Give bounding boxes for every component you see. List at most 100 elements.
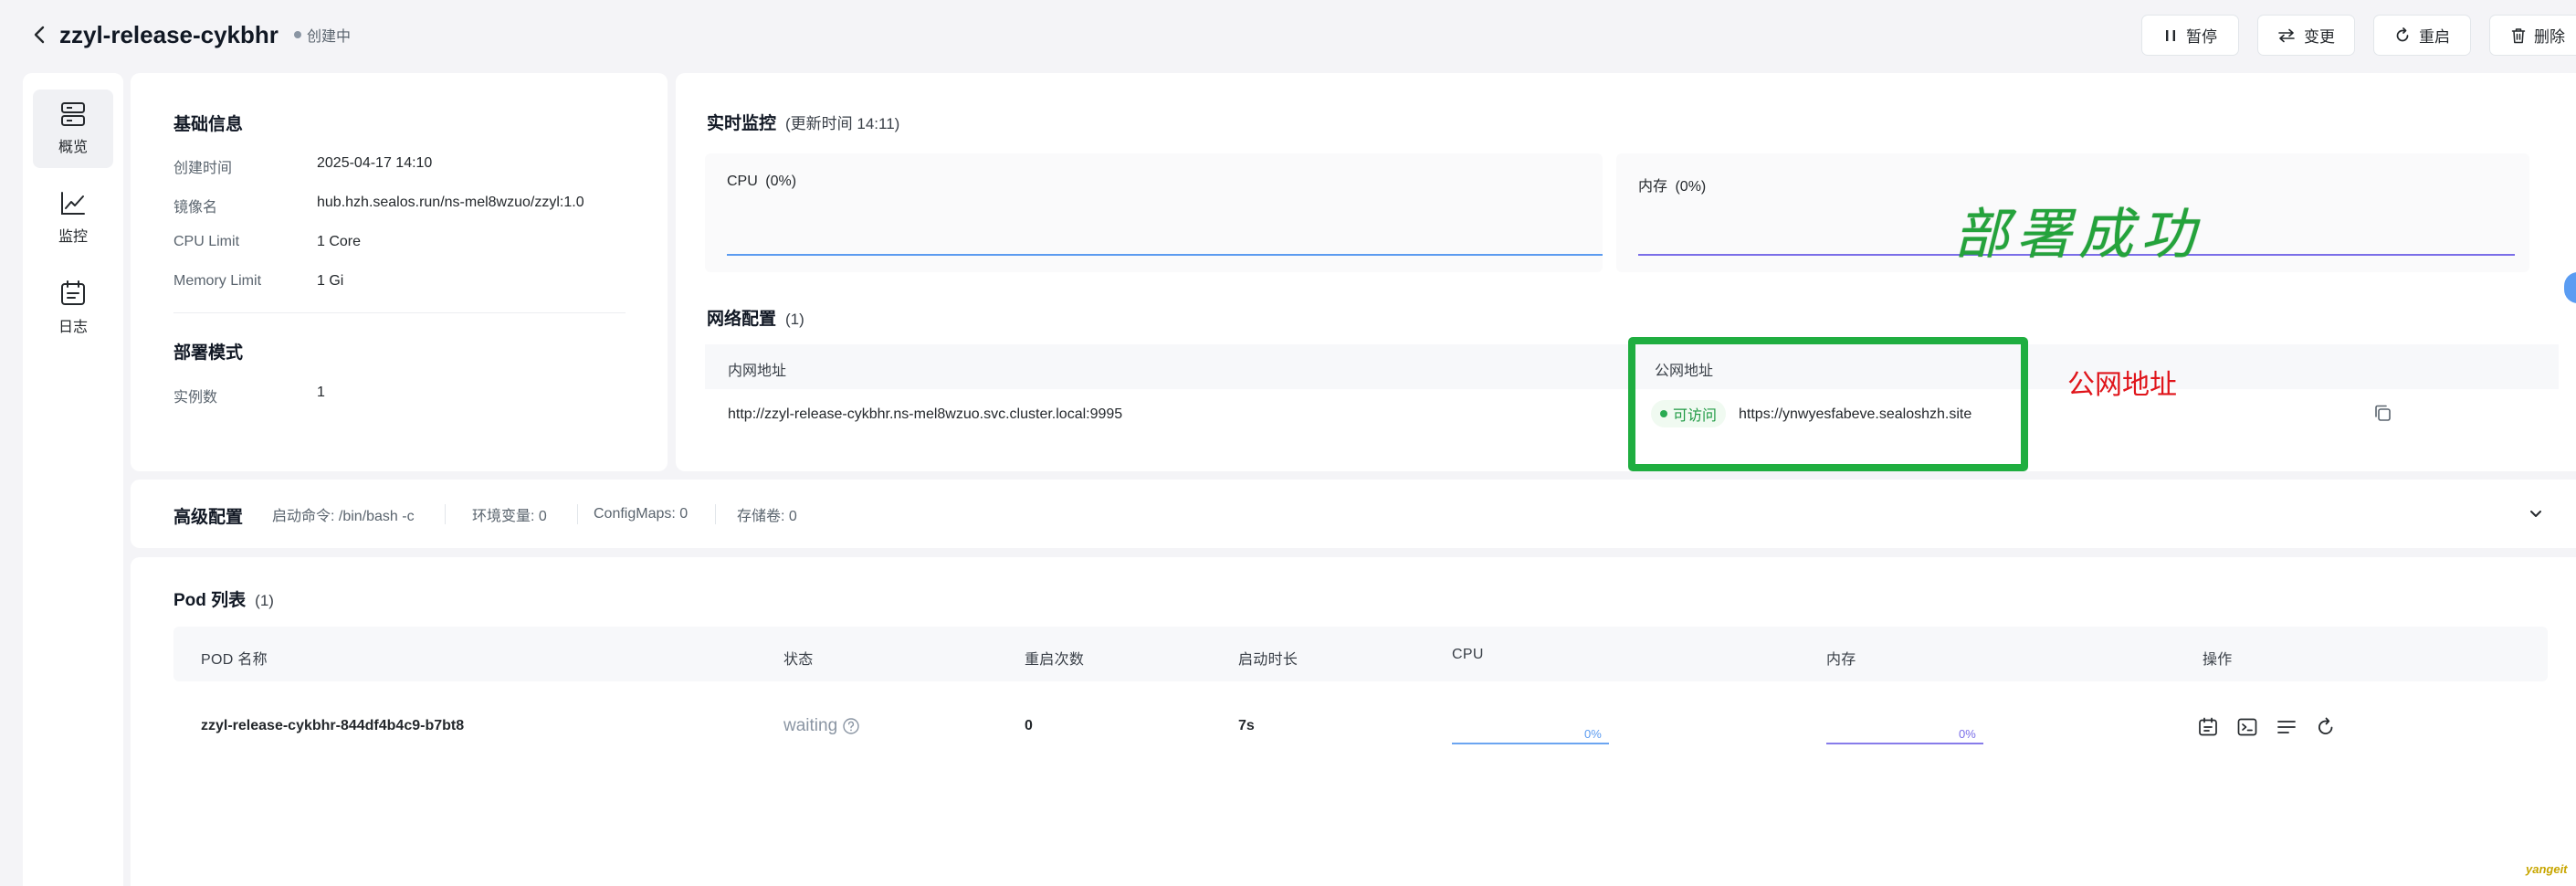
pod-status-text: waiting [783,716,838,735]
restart-icon [2318,717,2333,734]
network-title: 网络配置 [707,310,777,329]
cpu-monitor-label: CPU [727,174,758,189]
memory-limit-value: 1 Gi [317,273,344,289]
info-label: 镜像名 [173,200,218,216]
restart-button[interactable]: 重启 [2373,15,2471,56]
col-pod-name: POD 名称 [201,652,268,668]
pod-status: waiting [783,716,860,736]
col-status: 状态 [783,652,814,668]
created-time-value: 2025-04-17 14:10 [317,155,433,171]
pause-button[interactable]: 暂停 [2141,15,2239,56]
chevron-down-icon [2530,511,2541,517]
app-title: zzyl-release-cykbhr [59,21,279,48]
info-label: CPU Limit [173,234,240,249]
back-button[interactable] [27,22,53,47]
pod-logs-button[interactable] [2195,714,2221,740]
server-icon [61,102,85,126]
info-label: 实例数 [173,390,218,406]
line-chart-icon [61,192,85,215]
pod-list-count: (1) [255,592,274,609]
env-vars-count: 环境变量: 0 [472,508,547,524]
nav-item-logs[interactable]: 日志 [33,269,113,347]
nav-item-label: 监控 [58,229,88,245]
pod-list-heading: Pod 列表 (1) [173,586,274,611]
network-heading: 网络配置 (1) [707,305,804,330]
memory-monitor-title: 内存 (0%) [1638,174,1706,195]
divider [715,504,716,524]
status-badge: 创建中 [294,25,351,45]
cpu-monitor-value: (0%) [765,174,797,189]
trash-icon [2511,27,2526,43]
deploy-success-annotation: 部署成功 [1954,203,2203,267]
network-count: (1) [785,311,804,328]
pod-details-button[interactable] [2274,714,2299,740]
col-memory: 内存 [1826,652,1856,668]
private-address-link[interactable]: http://zzyl-release-cykbhr.ns-mel8wzuo.s… [728,406,1122,423]
pod-uptime: 7s [1238,718,1255,733]
side-navigation: 概览 监控 日志 [23,73,123,886]
pod-list-card: Pod 列表 (1) POD 名称 状态 重启次数 启动时长 CPU 内存 操作… [131,557,2576,886]
advanced-config-title: 高级配置 [173,508,244,527]
image-name-value: hub.hzh.sealos.run/ns-mel8wzuo/zzyl:1.0 [317,195,584,210]
list-details-icon [2277,721,2296,733]
status-dot [294,31,301,38]
pod-list-title: Pod 列表 [173,591,247,610]
cpu-monitor-panel: CPU (0%) [705,153,1603,272]
pod-table-header: POD 名称 状态 重启次数 启动时长 CPU 内存 操作 [173,627,2548,681]
col-actions: 操作 [2203,652,2233,668]
terminal-icon [2237,718,2257,736]
basic-info-card: 基础信息 创建时间 2025-04-17 14:10 镜像名 hub.hzh.s… [131,73,668,471]
col-cpu: CPU [1452,647,1484,662]
delete-button[interactable]: 删除 [2489,15,2576,56]
info-label: Memory Limit [173,273,262,289]
monitor-network-card: 实时监控 (更新时间 14:11) CPU (0%) 内存 (0%) 网络配置 … [676,73,2576,471]
monitor-title: 实时监控 [707,114,777,133]
instance-count-value: 1 [317,385,325,400]
monitor-updated-time: (更新时间 14:11) [785,115,900,132]
pod-restart-button[interactable] [2313,714,2339,740]
delete-button-label: 删除 [2534,28,2565,46]
public-address-annotation: 公网地址 [2067,370,2177,400]
nav-item-label: 概览 [58,140,88,155]
basic-info-title: 基础信息 [173,115,244,134]
table-row: zzyl-release-cykbhr-844df4b4c9-b7bt8 wai… [173,691,2548,764]
calendar-log-icon [2199,717,2217,736]
pod-memory-usage-bar [1826,743,1983,744]
cpu-usage-line [727,254,1603,256]
configmaps-count: ConfigMaps: 0 [594,505,689,522]
nav-item-label: 日志 [58,320,88,335]
startup-command: 启动命令: /bin/bash -c [272,508,415,524]
page-header: zzyl-release-cykbhr 创建中 暂停 变更 重启 删除 [0,0,2576,71]
change-button[interactable]: 变更 [2257,15,2355,56]
advanced-config-bar[interactable]: 高级配置 启动命令: /bin/bash -c 环境变量: 0 ConfigMa… [131,480,2576,548]
nav-item-overview[interactable]: 概览 [33,90,113,168]
pod-memory-percent: 0% [1959,727,1976,741]
pod-restarts: 0 [1025,718,1033,733]
pod-terminal-button[interactable] [2234,714,2260,740]
help-circle-icon[interactable] [842,717,860,735]
pod-cpu-usage-bar [1452,743,1609,744]
watermark: yangeit [2526,862,2568,876]
pod-name: zzyl-release-cykbhr-844df4b4c9-b7bt8 [201,718,465,733]
divider [445,504,446,524]
copy-icon [2375,405,2391,421]
restart-icon [2396,26,2409,41]
pause-icon [2166,29,2175,41]
memory-monitor-label: 内存 [1638,179,1668,195]
swap-icon [2278,28,2295,42]
volumes-count: 存储卷: 0 [737,508,797,524]
status-text: 创建中 [307,29,352,45]
memory-monitor-value: (0%) [1675,179,1707,195]
expand-advanced-button[interactable] [2525,502,2547,524]
nav-item-monitor[interactable]: 监控 [33,179,113,258]
deploy-mode-title: 部署模式 [173,343,244,363]
col-restarts: 重启次数 [1025,652,1085,668]
monitor-heading: 实时监控 (更新时间 14:11) [707,110,899,134]
cpu-limit-value: 1 Core [317,234,362,249]
public-address-highlight-box [1628,337,2028,471]
copy-button[interactable] [2371,402,2395,426]
private-address-header: 内网地址 [728,364,787,379]
col-uptime: 启动时长 [1238,652,1299,668]
divider [577,504,578,524]
calendar-log-icon [61,280,85,305]
